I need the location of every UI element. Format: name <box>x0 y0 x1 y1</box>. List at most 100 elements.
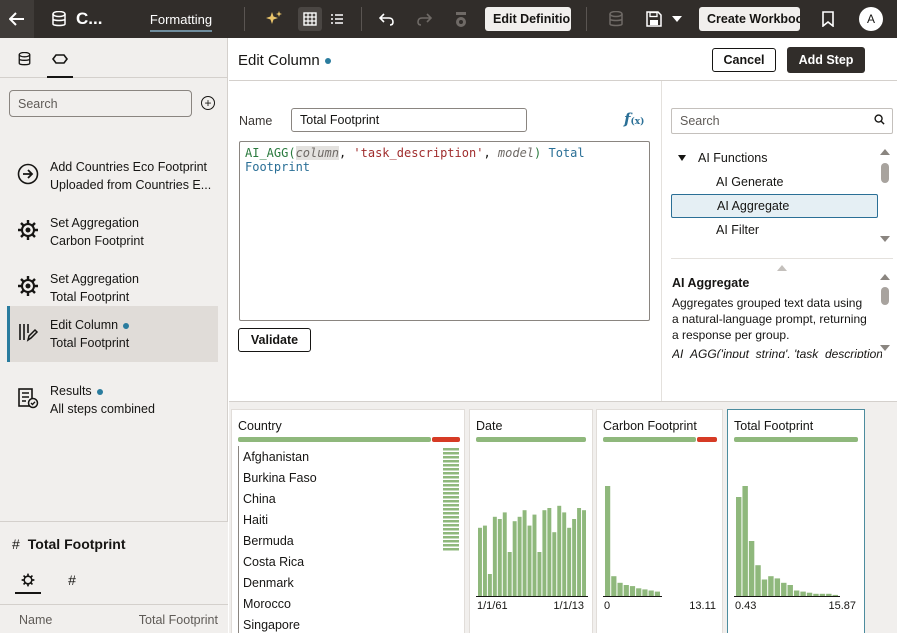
add-step-button[interactable]: Add Step <box>787 47 865 73</box>
histogram-bar <box>605 486 611 596</box>
function-icon[interactable]: f(x) <box>624 110 644 128</box>
frequency-bar <box>443 484 459 487</box>
property-row-name: Name Total Footprint <box>0 604 228 633</box>
scroll-down-icon[interactable] <box>880 345 890 351</box>
step-add-countries[interactable]: Add Countries Eco Footprint Uploaded fro… <box>7 148 218 204</box>
add-step-icon[interactable]: + <box>201 96 215 110</box>
cancel-button[interactable]: Cancel <box>712 48 776 72</box>
country-value[interactable]: Haiti <box>238 509 438 530</box>
sparkle-icon[interactable] <box>262 0 286 38</box>
country-value[interactable]: Morocco <box>238 593 438 614</box>
country-value[interactable]: Costa Rica <box>238 551 438 572</box>
histogram-bar <box>793 590 800 596</box>
bookmark-icon[interactable] <box>817 0 839 38</box>
steps-search-input[interactable]: Search <box>9 90 192 117</box>
hash-icon: # <box>68 572 76 588</box>
function-help: AI Aggregate Aggregates grouped text dat… <box>671 258 893 358</box>
histogram-bar <box>800 591 806 596</box>
dataset-title[interactable]: C... <box>76 0 102 38</box>
function-item-ai-generate[interactable]: AI Generate <box>671 170 878 194</box>
country-value[interactable]: China <box>238 488 438 509</box>
histogram-bar <box>547 508 552 596</box>
histogram-bar <box>527 525 532 596</box>
tab-transform[interactable] <box>45 44 75 78</box>
country-value[interactable]: Burkina Faso <box>238 467 438 488</box>
run-icon[interactable] <box>450 0 472 38</box>
create-workbook-button[interactable]: Create Workbook <box>699 7 800 31</box>
scroll-up-icon[interactable] <box>880 149 890 155</box>
histogram-bar <box>552 532 557 596</box>
grid-view-icon[interactable] <box>298 7 322 31</box>
country-value[interactable]: Singapore <box>238 614 438 633</box>
step-edit-column[interactable]: Edit Column Total Footprint <box>7 306 218 362</box>
scroll-up-icon[interactable] <box>880 274 890 280</box>
histogram-bar <box>761 579 768 596</box>
step-set-aggregation-carbon[interactable]: Set Aggregation Carbon Footprint <box>7 204 218 260</box>
list-view-icon[interactable] <box>326 0 348 38</box>
back-button[interactable] <box>0 0 34 38</box>
column-properties: # Total Footprint # Name Total Footprint <box>0 521 228 633</box>
caret-down-icon <box>678 155 686 161</box>
search-icon <box>874 114 885 128</box>
column-name-input[interactable]: Total Footprint <box>291 108 527 132</box>
results-icon <box>16 386 40 410</box>
property-value[interactable]: Total Footprint <box>139 613 218 627</box>
edit-definition-button[interactable]: Edit Definition <box>485 7 571 31</box>
undo-icon[interactable] <box>376 0 398 38</box>
gear-icon <box>16 218 40 242</box>
profile-card-total[interactable]: Total Footprint 0.43 15.87 <box>727 409 865 633</box>
frequency-bar <box>443 516 459 519</box>
tab-number-format[interactable]: # <box>59 570 85 590</box>
axis-min: 1/1/61 <box>477 600 508 612</box>
histogram-bar <box>572 519 577 596</box>
chevron-down-icon[interactable] <box>668 0 686 38</box>
frequency-bar <box>443 548 459 551</box>
country-value[interactable]: Bermuda <box>238 530 438 551</box>
validate-button[interactable]: Validate <box>238 328 311 352</box>
profile-card-date[interactable]: Date 1/1/61 1/1/13 <box>469 409 593 633</box>
country-value[interactable]: Denmark <box>238 572 438 593</box>
function-list-scrollbar[interactable] <box>881 163 889 183</box>
histogram-bar <box>557 505 562 596</box>
page-title: Edit Column <box>238 52 331 69</box>
scroll-down-icon[interactable] <box>880 236 890 242</box>
function-group-ai[interactable]: AI Functions <box>671 146 878 170</box>
step-results[interactable]: Results All steps combined <box>7 372 218 428</box>
histogram-bar <box>787 585 793 596</box>
tab-general[interactable] <box>15 570 41 594</box>
step-title: Set Aggregation <box>50 216 139 230</box>
function-item-ai-filter[interactable]: AI Filter <box>671 218 878 242</box>
country-value[interactable]: Afghanistan <box>238 446 438 467</box>
histogram-bar <box>736 497 742 596</box>
histogram-bar <box>537 552 542 596</box>
help-signature: AI_AGG('input_string', 'task_description… <box>672 347 882 358</box>
histogram-bar <box>512 521 517 596</box>
steps-panel: Search + Add Countries Eco Footprint Upl… <box>0 38 228 633</box>
frequency-bar <box>443 496 459 499</box>
function-search-input[interactable]: Search <box>671 108 893 134</box>
database-icon[interactable] <box>605 0 627 38</box>
frequency-bar <box>443 520 459 523</box>
frequency-bar <box>443 448 459 451</box>
column-properties-title: # Total Footprint <box>12 536 126 552</box>
histogram-bar <box>582 510 586 596</box>
top-toolbar: C... Formatting Edit Definition Create W… <box>0 0 897 38</box>
arrow-circle-icon <box>16 162 40 186</box>
tab-data[interactable] <box>9 44 39 74</box>
function-item-ai-aggregate[interactable]: AI Aggregate <box>671 194 878 218</box>
save-icon[interactable] <box>643 0 665 38</box>
transform-icon <box>52 54 68 64</box>
profile-card-carbon[interactable]: Carbon Footprint 0 13.11 <box>596 409 723 633</box>
tab-formatting[interactable]: Formatting <box>146 0 216 38</box>
histogram-bar <box>542 510 547 596</box>
help-scrollbar[interactable] <box>881 287 889 305</box>
redo-icon[interactable] <box>413 0 435 38</box>
profile-card-country[interactable]: Country Afghanistan Burkina Faso China Hait… <box>231 409 465 633</box>
collapse-icon[interactable] <box>777 265 787 271</box>
axis-max: 15.87 <box>828 600 856 612</box>
avatar[interactable]: A <box>859 7 883 31</box>
expression-editor[interactable]: AI_AGG(column, 'task_description', model… <box>239 141 650 321</box>
property-label: Name <box>19 613 53 627</box>
frequency-bar <box>443 540 459 543</box>
step-subtitle: All steps combined <box>50 402 155 416</box>
